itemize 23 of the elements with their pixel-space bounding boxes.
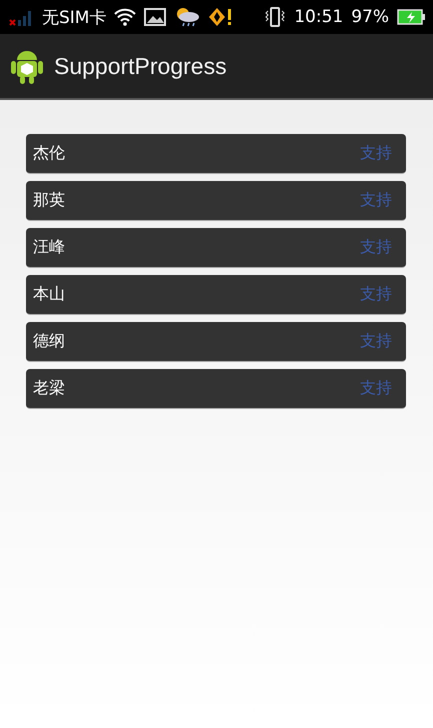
support-button[interactable]: 支持 <box>360 143 392 164</box>
support-button[interactable]: 支持 <box>360 284 392 305</box>
vibrate-icon <box>264 7 286 27</box>
app-title: SupportProgress <box>54 52 227 80</box>
battery-icon <box>397 9 425 25</box>
person-name: 德纲 <box>33 331 66 352</box>
support-button[interactable]: 支持 <box>360 331 392 352</box>
wifi-icon <box>114 8 136 26</box>
signal-icon <box>8 8 34 26</box>
person-name: 老梁 <box>33 378 66 399</box>
warning-icon <box>208 7 232 27</box>
person-name: 那英 <box>33 190 66 211</box>
battery-label: 97% <box>351 7 389 27</box>
support-button[interactable]: 支持 <box>360 190 392 211</box>
person-name: 本山 <box>33 284 66 305</box>
person-name: 杰伦 <box>33 143 66 164</box>
weather-icon <box>174 7 200 27</box>
clock-label: 10:51 <box>294 7 344 27</box>
support-button[interactable]: 支持 <box>360 237 392 258</box>
person-name: 汪峰 <box>33 237 66 258</box>
image-icon <box>144 8 166 26</box>
support-button[interactable]: 支持 <box>360 378 392 399</box>
carrier-label: 无SIM卡 <box>42 6 106 28</box>
